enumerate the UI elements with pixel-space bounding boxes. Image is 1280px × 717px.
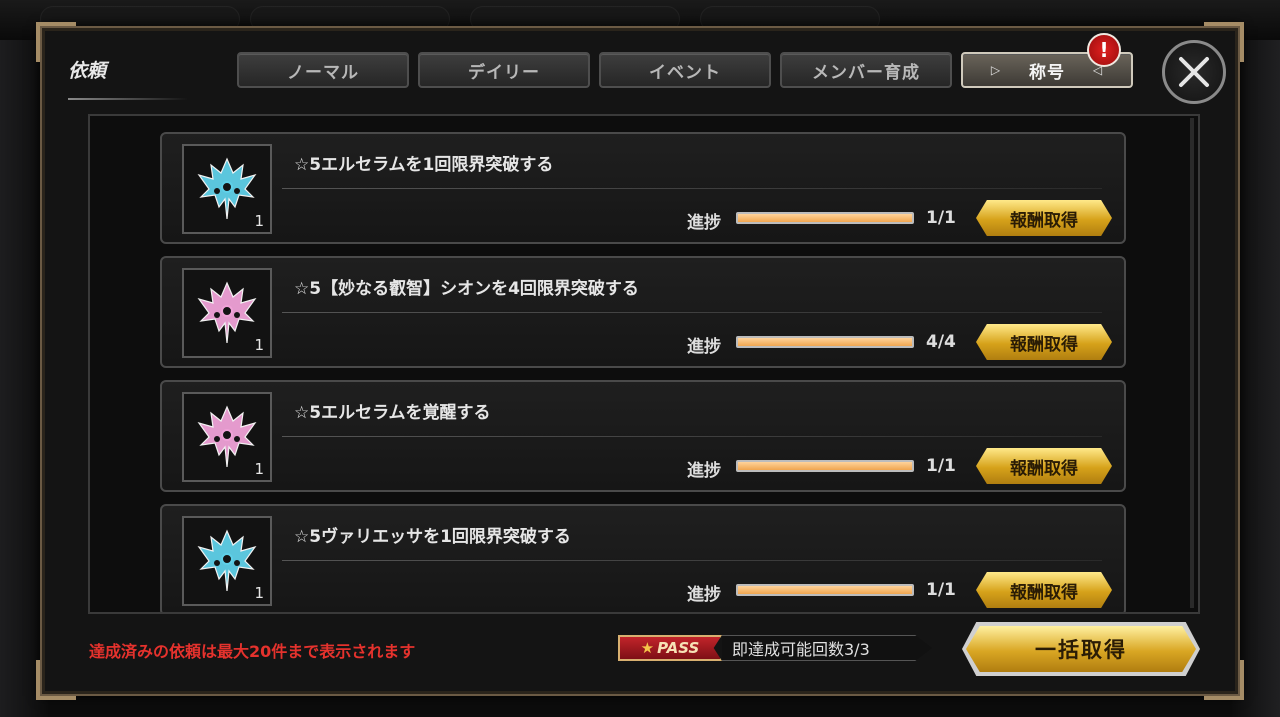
divider bbox=[282, 436, 1102, 437]
progress-bar bbox=[736, 460, 914, 472]
quest-item: 1 ☆5エルセラムを覚醒する 進捗 1/1 報酬取得 bbox=[160, 380, 1126, 492]
bulk-claim-button[interactable]: 一括取得 bbox=[966, 626, 1196, 672]
quest-title: ☆5エルセラムを1回限界突破する bbox=[294, 155, 554, 175]
divider bbox=[282, 312, 1102, 313]
notification-badge: ! bbox=[1087, 33, 1121, 67]
quest-item: 1 ☆5エルセラムを1回限界突破する 進捗 1/1 報酬取得 bbox=[160, 132, 1126, 244]
quest-reward-icon-box: 1 bbox=[182, 516, 272, 606]
quest-reward-icon-box: 1 bbox=[182, 144, 272, 234]
quest-panel: 依頼 ノーマル デイリー イベント メンバー育成 ▷ 称号 ◁ ! 1 ☆5エル… bbox=[36, 22, 1244, 700]
icon-count: 1 bbox=[254, 460, 264, 478]
progress-fill bbox=[738, 338, 912, 346]
progress-bar bbox=[736, 336, 914, 348]
quest-title: ☆5ヴァリエッサを1回限界突破する bbox=[294, 527, 571, 547]
panel-title: 依頼 bbox=[68, 60, 107, 82]
divider bbox=[282, 188, 1102, 189]
tab-event[interactable]: イベント bbox=[599, 52, 771, 88]
claim-reward-button[interactable]: 報酬取得 bbox=[976, 448, 1112, 484]
chevron-right-icon: ▷ bbox=[990, 63, 1002, 77]
close-button[interactable] bbox=[1162, 40, 1226, 104]
frame-corner bbox=[36, 660, 76, 700]
progress-count: 4/4 bbox=[926, 332, 956, 352]
quest-title: ☆5【妙なる叡智】シオンを4回限界突破する bbox=[294, 279, 639, 299]
quest-item: 1 ☆5ヴァリエッサを1回限界突破する 進捗 1/1 報酬取得 bbox=[160, 504, 1126, 612]
icon-count: 1 bbox=[254, 212, 264, 230]
instant-clear-count: 即達成可能回数3/3 bbox=[722, 635, 932, 661]
claim-reward-button[interactable]: 報酬取得 bbox=[976, 324, 1112, 360]
quest-title: ☆5エルセラムを覚醒する bbox=[294, 403, 491, 423]
quest-reward-icon-box: 1 bbox=[182, 392, 272, 482]
tab-label: デイリー bbox=[468, 62, 540, 83]
tab-bar: ノーマル デイリー イベント メンバー育成 ▷ 称号 ◁ bbox=[237, 52, 1133, 90]
progress-label: 進捗 bbox=[687, 337, 721, 357]
progress-fill bbox=[738, 462, 912, 470]
crest-icon bbox=[197, 281, 257, 344]
tab-member-growth[interactable]: メンバー育成 bbox=[780, 52, 952, 88]
pass-badge: ★ PASS bbox=[618, 635, 722, 661]
tab-daily[interactable]: デイリー bbox=[418, 52, 590, 88]
star-icon: ★ bbox=[640, 639, 655, 657]
progress-label: 進捗 bbox=[687, 213, 721, 233]
icon-count: 1 bbox=[254, 336, 264, 354]
progress-bar bbox=[736, 212, 914, 224]
progress-label: 進捗 bbox=[687, 585, 721, 605]
progress-count: 1/1 bbox=[926, 208, 956, 228]
tab-label: ノーマル bbox=[287, 62, 359, 83]
quest-reward-icon-box: 1 bbox=[182, 268, 272, 358]
progress-count: 1/1 bbox=[926, 580, 956, 600]
progress-fill bbox=[738, 214, 912, 222]
progress-count: 1/1 bbox=[926, 456, 956, 476]
claim-reward-button[interactable]: 報酬取得 bbox=[976, 200, 1112, 236]
tab-normal[interactable]: ノーマル bbox=[237, 52, 409, 88]
scrollbar[interactable] bbox=[1190, 118, 1194, 608]
frame-corner bbox=[1204, 660, 1244, 700]
claim-reward-button[interactable]: 報酬取得 bbox=[976, 572, 1112, 608]
close-icon bbox=[1179, 57, 1209, 87]
quest-item: 1 ☆5【妙なる叡智】シオンを4回限界突破する 進捗 4/4 報酬取得 bbox=[160, 256, 1126, 368]
crest-icon bbox=[197, 157, 257, 220]
icon-count: 1 bbox=[254, 584, 264, 602]
progress-fill bbox=[738, 586, 912, 594]
crest-icon bbox=[197, 529, 257, 592]
display-limit-note: 達成済みの依頼は最大20件まで表示されます bbox=[89, 642, 416, 661]
tab-label: メンバー育成 bbox=[812, 62, 920, 83]
tab-label: 称号 bbox=[1028, 62, 1065, 83]
progress-bar bbox=[736, 584, 914, 596]
progress-label: 進捗 bbox=[687, 461, 721, 481]
title-underline bbox=[68, 98, 188, 100]
crest-icon bbox=[197, 405, 257, 468]
pass-label: PASS bbox=[657, 639, 700, 657]
tab-label: イベント bbox=[649, 62, 721, 83]
quest-list[interactable]: 1 ☆5エルセラムを1回限界突破する 進捗 1/1 報酬取得 1 ☆5【妙なる叡… bbox=[88, 114, 1200, 614]
divider bbox=[282, 560, 1102, 561]
